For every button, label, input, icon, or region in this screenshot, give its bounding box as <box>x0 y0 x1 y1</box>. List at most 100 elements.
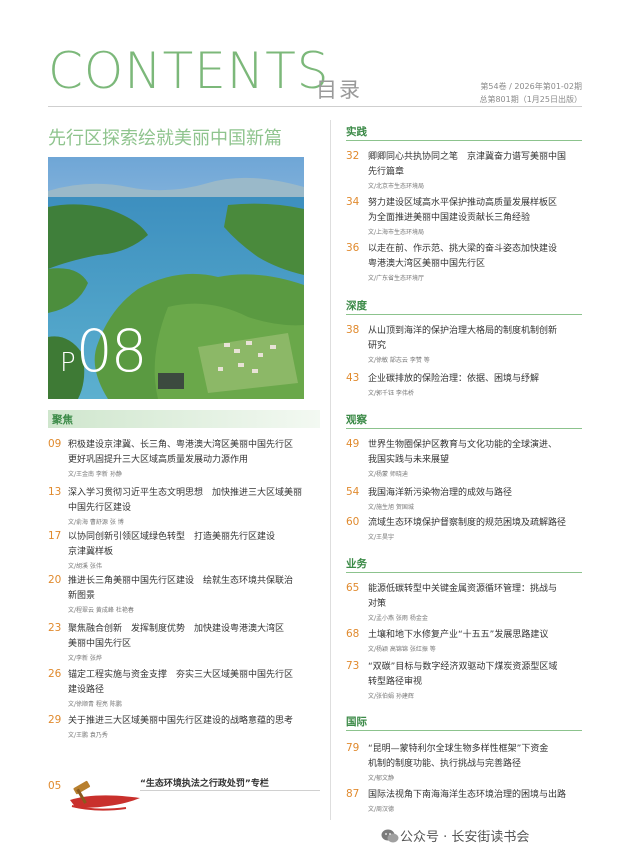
article-title: 土壤和地下水修复产业“十五五”发展思路建议 <box>368 628 548 643</box>
article-author: 文/徐敏 郜志云 李赞 等 <box>368 357 430 364</box>
page-number: 13 <box>48 486 62 498</box>
article-title: 积极建设京津冀、长三角、粤港澳大湾区美丽中国先行区 更好巩固提升三大区域高质量发展… <box>68 438 293 468</box>
title-line: 积极建设京津冀、长三角、粤港澳大湾区美丽中国先行区 <box>68 440 294 450</box>
issue-volume: 第54卷 / 2026年第01-02期 <box>480 82 582 91</box>
title-line: 深入学习贯彻习近平生态文明思想 加快推进三大区域美丽 <box>68 488 303 498</box>
page-number: 09 <box>48 438 62 450</box>
issue-info: 第54卷 / 2026年第01-02期 总第801期（1月25日出版） <box>479 80 582 106</box>
article-author: 文/北京市生态环境局 <box>368 183 425 190</box>
article-title: 以协同创新引领区域绿色转型 打造美丽先行区建设 京津冀样板 <box>68 530 275 560</box>
section-header: 国际 <box>346 716 367 728</box>
section-rule <box>346 314 582 315</box>
section-rule <box>346 140 582 141</box>
mulu-title: 目录 <box>316 78 362 102</box>
title-line: 更好巩固提升三大区域高质量发展动力源作用 <box>68 455 249 465</box>
page-number: 26 <box>48 668 62 680</box>
header-divider <box>48 106 582 107</box>
title-line: 努力建设区域高水平保护推动高质量发展样板区 <box>368 198 558 208</box>
title-line: 为全面推进美丽中国建设贡献长三角经验 <box>368 213 531 223</box>
column-divider <box>330 120 331 820</box>
title-line: 研究 <box>368 341 387 351</box>
page-number: 79 <box>346 742 360 754</box>
title-line: “昆明—蒙特利尔全球生物多样性框架”下资金 <box>368 744 549 754</box>
article-title: 以走在前、作示范、挑大梁的奋斗姿态加快建设 粤港澳大湾区美丽中国先行区 <box>368 242 557 272</box>
title-line: 土壤和地下水修复产业“十五五”发展思路建议 <box>368 630 549 640</box>
title-line: 世界生物圈保护区教育与文化功能的全球演进、 <box>368 440 558 450</box>
title-line: 粤港澳大湾区美丽中国先行区 <box>368 259 486 269</box>
page-number: 87 <box>346 788 360 800</box>
section-header: 业务 <box>346 558 367 570</box>
title-line: 我国海洋新污染物治理的成效与路径 <box>368 488 513 498</box>
title-line: 先行篇章 <box>368 167 405 177</box>
article-author: 文/周汉德 <box>368 806 395 813</box>
title-line: 美丽中国先行区 <box>68 639 132 649</box>
title-line: 国际法视角下南海海洋生态环境治理的困境与出路 <box>368 790 567 800</box>
title-line: 机制的制度功能、执行挑战与完善路径 <box>368 759 522 769</box>
title-line: 卿卿同心共执协同之笔 京津冀奋力谱写美丽中国 <box>368 152 567 162</box>
section-header: 实践 <box>346 126 367 138</box>
section-rule <box>346 730 582 731</box>
article-title: “昆明—蒙特利尔全球生物多样性框架”下资金 机制的制度功能、执行挑战与完善路径 <box>368 742 548 772</box>
article-title: 锚定工程实施与资金支撑 夯实三大区域美丽中国先行区 建设路径 <box>68 668 293 698</box>
section-label: 聚焦 <box>52 414 73 426</box>
section-header: 观察 <box>346 414 367 426</box>
title-line: 中国先行区建设 <box>68 503 132 513</box>
article-author: 文/程翠云 黄成峰 杜艳春 <box>68 607 134 614</box>
special-column[interactable]: 05 “生态环境执法之行政处罚”专栏 <box>48 772 320 820</box>
page-number: 54 <box>346 486 360 498</box>
header: CONTENTS 目录 第54卷 / 2026年第01-02期 总第801期（1… <box>0 0 630 120</box>
article-author: 文/广东省生态环境厅 <box>368 275 425 282</box>
article-title: 国际法视角下南海海洋生态环境治理的困境与出路 <box>368 788 566 803</box>
page-number: 65 <box>346 582 360 594</box>
page-number: 43 <box>346 372 360 384</box>
article-author: 文/胡溪 张伟 <box>68 563 102 570</box>
page-number: 38 <box>346 324 360 336</box>
title-line: 转型路径审视 <box>368 677 423 687</box>
feature-page-number: P08 <box>60 322 147 380</box>
page-prefix: P <box>60 348 76 378</box>
article-title: 关于推进三大区域美丽中国先行区建设的战略意蕴的思考 <box>68 714 293 729</box>
article-author: 文/俞海 曹舒源 张 博 <box>68 519 124 526</box>
article-title: 我国海洋新污染物治理的成效与路径 <box>368 486 512 501</box>
page-number: 49 <box>346 438 360 450</box>
page-number: 73 <box>346 660 360 672</box>
title-line: 流域生态环境保护督察制度的规范困境及疏解路径 <box>368 518 567 528</box>
page-number: 23 <box>48 622 62 634</box>
page-number: 08 <box>75 317 148 385</box>
page-number: 29 <box>48 714 62 726</box>
title-line: 关于推进三大区域美丽中国先行区建设的战略意蕴的思考 <box>68 716 294 726</box>
issue-total: 总第801期（1月25日出版） <box>479 95 582 104</box>
title-line: 企业碳排放的保险治理：依据、困境与纾解 <box>368 374 540 384</box>
title-line: 能源低碳转型中关键金属资源循环管理：挑战与 <box>368 584 558 594</box>
title-line: 以走在前、作示范、挑大梁的奋斗姿态加快建设 <box>368 244 558 254</box>
article-title: 从山顶到海洋的保护治理大格局的制度机制创新 研究 <box>368 324 557 354</box>
article-title: 卿卿同心共执协同之笔 京津冀奋力谱写美丽中国 先行篇章 <box>368 150 566 180</box>
article-title: 流域生态环境保护督察制度的规范困境及疏解路径 <box>368 516 566 531</box>
article-author: 文/李新 张烨 <box>68 655 102 662</box>
article-title: 推进长三角美丽中国先行区建设 绘就生态环境共保联治 新图景 <box>68 574 293 604</box>
article-title: 聚焦融合创新 发挥制度优势 加快建设粤港澳大湾区 美丽中国先行区 <box>68 622 284 652</box>
title-line: 建设路径 <box>68 685 105 695</box>
title-line: 聚焦融合创新 发挥制度优势 加快建设粤港澳大湾区 <box>68 624 285 634</box>
special-page-number: 05 <box>48 780 62 792</box>
special-title: “生态环境执法之行政处罚”专栏 <box>140 779 269 789</box>
page-number: 32 <box>346 150 360 162</box>
article-title: 努力建设区域高水平保护推动高质量发展样板区 为全面推进美丽中国建设贡献长三角经验 <box>368 196 557 226</box>
article-title: 世界生物圈保护区教育与文化功能的全球演进、 我国实践与未来展望 <box>368 438 557 468</box>
title-line: 锚定工程实施与资金支撑 夯实三大区域美丽中国先行区 <box>68 670 294 680</box>
article-author: 文/张伯娟 孙建辉 <box>368 693 414 700</box>
page-number: 17 <box>48 530 62 542</box>
page-number: 36 <box>346 242 360 254</box>
title-line: 新图景 <box>68 591 96 601</box>
article-author: 文/上海市生态环境局 <box>368 229 425 236</box>
gavel-ribbon-icon <box>70 780 140 811</box>
article-author: 文/孟小燕 张雨 杨金金 <box>368 615 428 622</box>
article-title: 企业碳排放的保险治理：依据、困境与纾解 <box>368 372 539 387</box>
article-author: 文/郭千钰 李伟桥 <box>368 390 414 397</box>
section-rule <box>346 428 582 429</box>
title-line: 从山顶到海洋的保护治理大格局的制度机制创新 <box>368 326 558 336</box>
contents-title: CONTENTS <box>48 42 330 100</box>
special-underline <box>140 790 320 791</box>
section-rule <box>346 572 582 573</box>
section-header-jujiao: 聚焦 <box>48 410 320 428</box>
